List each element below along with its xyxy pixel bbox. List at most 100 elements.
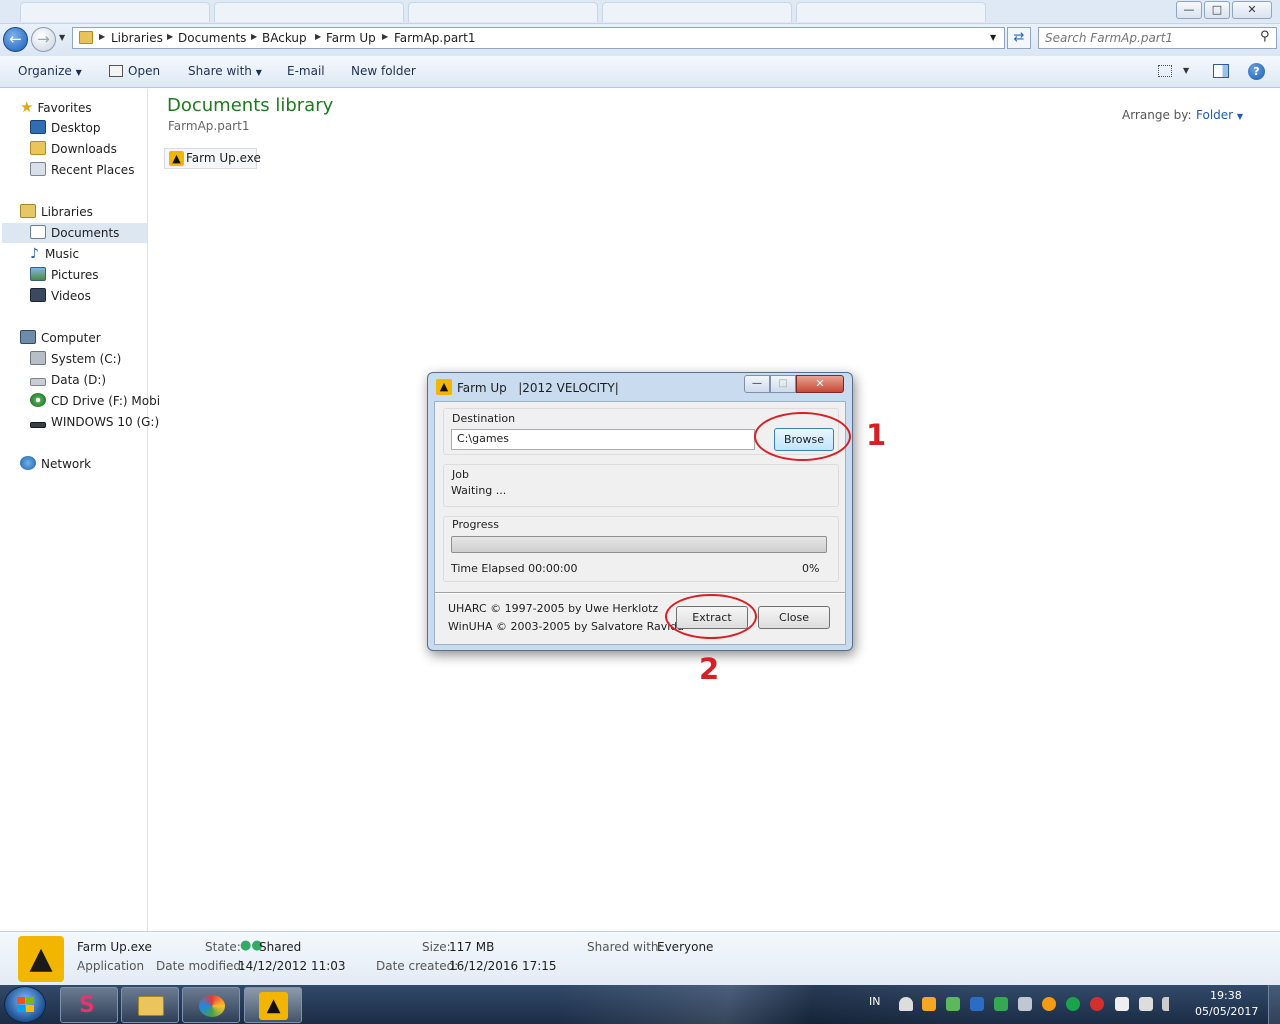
search-icon[interactable]: ⚲ <box>1260 29 1270 44</box>
taskbar-wallpaper-streak <box>560 985 980 1024</box>
security-icon[interactable] <box>946 997 960 1011</box>
clock-date[interactable]: 05/05/2017 <box>1195 1005 1258 1018</box>
nav-item-downloads[interactable]: Downloads <box>30 139 117 159</box>
taskbar-app-s[interactable]: S <box>60 987 118 1023</box>
breadcrumb-backup[interactable]: BAckup <box>262 31 307 45</box>
nav-item-pictures[interactable]: Pictures <box>30 265 99 285</box>
breadcrumb-libraries[interactable]: Libraries <box>111 31 163 45</box>
maximize-button[interactable]: □ <box>1204 1 1230 19</box>
media-icon[interactable] <box>922 997 936 1011</box>
nav-item-desktop[interactable]: Desktop <box>30 118 101 138</box>
chevron-down-icon: ▼ <box>75 68 82 77</box>
start-button[interactable] <box>4 986 46 1023</box>
windows-start-icon <box>17 997 25 1004</box>
destination-input[interactable]: C:\games <box>451 429 755 450</box>
breadcrumb-farm-up[interactable]: Farm Up <box>326 31 376 45</box>
close-window-button[interactable]: ✕ <box>1232 1 1272 19</box>
open-button[interactable]: Open <box>109 64 160 78</box>
winuha-credit: WinUHA © 2003-2005 by Salvatore Ravida' <box>448 620 688 633</box>
signal-icon[interactable] <box>1162 997 1176 1011</box>
nav-item-cd-drive-f[interactable]: CD Drive (F:) Mobi <box>30 391 160 411</box>
new-folder-button[interactable]: New folder <box>351 64 416 78</box>
action-center-flag-icon[interactable] <box>1115 997 1129 1011</box>
address-bar[interactable]: ▶ Libraries ▶ Documents ▶ BAckup ▶ Farm … <box>72 27 1005 49</box>
address-dropdown-icon[interactable]: ▼ <box>990 33 996 42</box>
nav-item-music[interactable]: ♪ Music <box>30 244 79 264</box>
downloads-folder-icon <box>30 141 46 155</box>
taskbar-farm-up[interactable]: ▲ <box>244 987 302 1023</box>
nav-item-label: Videos <box>51 289 91 303</box>
recent-pages-dropdown[interactable]: ▼ <box>59 33 65 42</box>
share-with-button[interactable]: Share with ▼ <box>188 64 262 78</box>
preview-pane-icon[interactable] <box>1213 64 1229 78</box>
annotation-marker-1: 1 <box>866 418 887 452</box>
nav-item-label: Pictures <box>51 268 99 282</box>
nav-favorites[interactable]: ★ Favorites <box>20 97 92 117</box>
view-dropdown-icon[interactable]: ▼ <box>1183 66 1189 75</box>
volume-icon[interactable] <box>1139 997 1153 1011</box>
job-status: Waiting ... <box>451 484 507 497</box>
organize-button[interactable]: Organize ▼ <box>18 64 82 78</box>
window-title-strip: — □ ✕ <box>0 0 1280 24</box>
chevron-down-icon: ▼ <box>255 68 262 77</box>
refresh-button[interactable]: ⇄ <box>1007 27 1031 49</box>
language-indicator[interactable]: IN <box>869 995 880 1008</box>
nav-network[interactable]: Network <box>20 454 91 474</box>
show-desktop-button[interactable] <box>1268 985 1280 1024</box>
email-button[interactable]: E-mail <box>287 64 325 78</box>
back-button[interactable]: ← <box>3 27 28 52</box>
windows-start-icon <box>26 997 34 1004</box>
taskbar-paint[interactable] <box>182 987 240 1023</box>
minimize-button[interactable]: — <box>1176 1 1202 19</box>
nav-item-videos[interactable]: Videos <box>30 286 91 306</box>
network-tray-icon[interactable] <box>1066 997 1080 1011</box>
videos-icon <box>30 288 46 302</box>
recent-places-icon <box>30 162 46 176</box>
dialog-close-x-button[interactable]: ✕ <box>796 375 844 393</box>
nav-computer[interactable]: Computer <box>20 328 101 348</box>
rooster-icon: ▲ <box>259 992 288 1020</box>
breadcrumb-farmap-part1[interactable]: FarmAp.part1 <box>394 31 475 45</box>
pictures-icon <box>30 267 46 281</box>
notification-icon[interactable] <box>899 997 913 1011</box>
explorer-folder-icon <box>138 996 164 1016</box>
clock-time[interactable]: 19:38 <box>1210 989 1242 1002</box>
nav-item-recent-places[interactable]: Recent Places <box>30 160 134 180</box>
star-icon: ★ <box>20 98 34 116</box>
app-s-icon: S <box>79 993 95 1018</box>
refresh-icon: ⇄ <box>1013 30 1025 45</box>
device-icon[interactable] <box>1018 997 1032 1011</box>
view-icon[interactable] <box>1158 65 1172 77</box>
breadcrumb-separator: ▶ <box>99 32 106 41</box>
nav-libraries[interactable]: Libraries <box>20 202 93 222</box>
nav-favorites-label: Favorites <box>37 101 92 115</box>
nav-item-windows10-g[interactable]: WINDOWS 10 (G:) <box>30 412 159 432</box>
nav-item-documents[interactable]: Documents <box>2 223 147 243</box>
nav-item-data-d[interactable]: Data (D:) <box>30 370 106 390</box>
file-item-farm-up-exe[interactable]: ▲ Farm Up.exe <box>164 148 261 169</box>
nav-item-label: Music <box>44 247 80 261</box>
background-tab <box>408 2 598 22</box>
nav-computer-label: Computer <box>41 331 101 345</box>
job-label: Job <box>452 468 469 481</box>
music-icon: ♪ <box>30 246 39 262</box>
breadcrumb-documents[interactable]: Documents <box>178 31 246 45</box>
uharc-credit: UHARC © 1997-2005 by Uwe Herklotz <box>448 602 659 615</box>
browser-tray-icon[interactable] <box>1042 997 1056 1011</box>
taskbar-explorer[interactable] <box>121 987 179 1023</box>
background-tab <box>20 2 210 22</box>
forward-button[interactable]: → <box>31 27 56 52</box>
arrange-by-dropdown[interactable]: Folder ▼ <box>1196 108 1243 122</box>
rooster-icon: ▲ <box>436 379 452 395</box>
nav-item-system-c[interactable]: System (C:) <box>30 349 121 369</box>
progress-bar <box>451 536 827 553</box>
app-tray-icon[interactable] <box>970 997 984 1011</box>
sync-icon[interactable] <box>994 997 1008 1011</box>
dialog-minimize-button[interactable]: — <box>744 375 770 393</box>
progress-group: Progress Time Elapsed 00:00:00 0% <box>443 516 839 582</box>
open-label: Open <box>128 64 161 78</box>
antivirus-icon[interactable] <box>1090 997 1104 1011</box>
search-input[interactable] <box>1045 29 1250 47</box>
close-button[interactable]: Close <box>758 606 830 629</box>
help-icon[interactable]: ? <box>1248 63 1265 80</box>
